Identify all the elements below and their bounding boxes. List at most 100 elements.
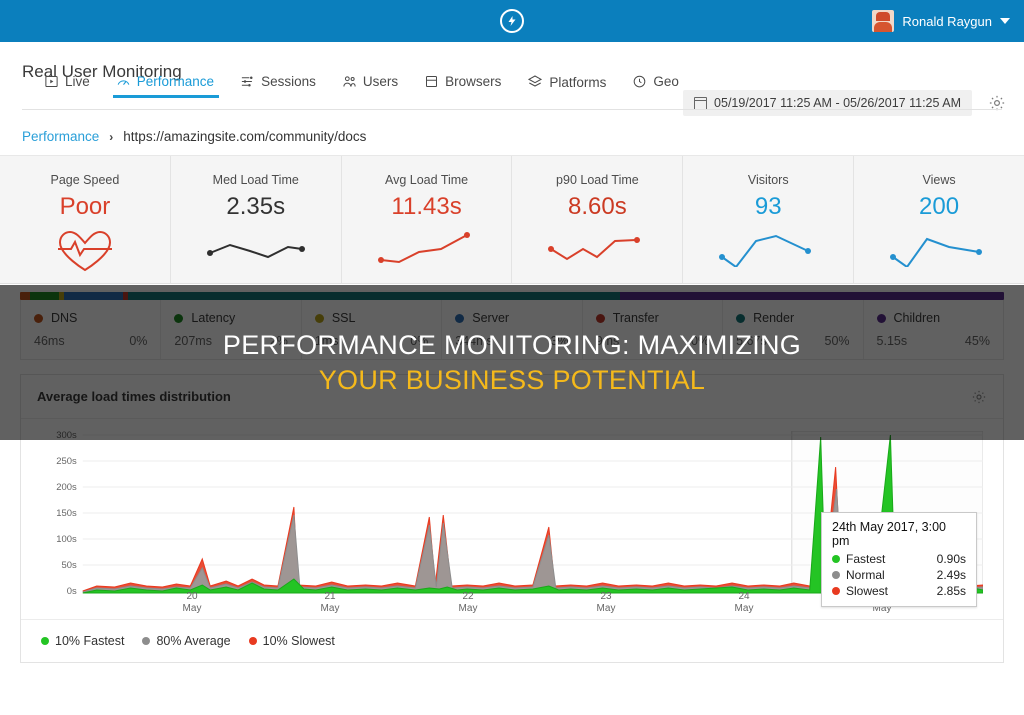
breakdown-value: 344ms xyxy=(455,334,493,348)
status-dot-icon xyxy=(832,587,840,595)
breakdown-value: 5.67s xyxy=(736,334,767,348)
legend-item-fastest[interactable]: 10% Fastest xyxy=(41,634,124,648)
svg-text:150s: 150s xyxy=(56,508,77,519)
tooltip-series-name: Fastest xyxy=(846,552,886,566)
status-dot-icon xyxy=(736,313,746,323)
x-tick-label: 22 May xyxy=(458,591,478,614)
chevron-right-icon: › xyxy=(109,129,114,144)
chart-plot-area[interactable]: 300s 250s 200s 150s 100s 50s 0s 20 May 2… xyxy=(21,419,1003,619)
lightning-bolt-icon[interactable] xyxy=(500,9,524,33)
breakdown-name: Render xyxy=(753,311,795,325)
nav-item-performance[interactable]: Performance xyxy=(103,74,227,98)
user-name: Ronald Raygun xyxy=(902,13,992,29)
metric-card-avg-load-time: Avg Load Time 11.43s xyxy=(342,156,513,283)
chart-panel: Average load times distribution 300s 250… xyxy=(20,374,1004,663)
nav-label: Performance xyxy=(136,74,215,89)
nav-item-browsers[interactable]: Browsers xyxy=(411,74,514,98)
legend-item-slowest[interactable]: 10% Slowest xyxy=(248,634,335,648)
status-dot-icon xyxy=(876,313,886,323)
metric-cards: Page Speed Poor Med Load Time 2.35s Avg … xyxy=(0,156,1024,284)
breakdown-value: 207ms xyxy=(174,334,212,348)
bar-seg-server xyxy=(64,292,124,300)
breakdown-item-ssl[interactable]: SSL 1ms 0% xyxy=(302,300,443,359)
user-menu[interactable]: Ronald Raygun xyxy=(872,0,1010,42)
status-dot-icon xyxy=(34,313,43,323)
status-dot-icon xyxy=(41,637,49,645)
breakdown-name: Transfer xyxy=(612,311,659,325)
nav-label: Platforms xyxy=(549,74,607,90)
metric-label: Avg Load Time xyxy=(384,173,469,187)
breakdown-pct: 3% xyxy=(550,334,569,348)
breakdown-item-render[interactable]: Render 5.67s 50% xyxy=(723,300,864,359)
metric-label: Visitors xyxy=(747,173,789,187)
bar-seg-dns xyxy=(20,292,30,300)
breakdown-pct: 0% xyxy=(129,334,148,348)
chart-title: Average load times distribution xyxy=(37,389,231,404)
sparkline-blue xyxy=(887,227,991,272)
metric-label: Views xyxy=(922,173,956,187)
breakdown-item-latency[interactable]: Latency 207ms 2% xyxy=(161,300,302,359)
breadcrumb: Performance › https://amazingsite.com/co… xyxy=(0,118,1024,156)
breakdown-name: Children xyxy=(893,311,941,325)
tooltip-series-name: Slowest xyxy=(846,584,889,598)
breakdown-value: 46ms xyxy=(34,334,65,348)
breakdown-name: DNS xyxy=(51,311,78,325)
tooltip-series-value: 2.85s xyxy=(936,584,966,598)
tooltip-row-normal: Normal 2.49s xyxy=(832,568,966,582)
breakdown-item-transfer[interactable]: Transfer 9ms 0% xyxy=(583,300,724,359)
breakdown-item-server[interactable]: Server 344ms 3% xyxy=(442,300,583,359)
x-tick-label: 21 May xyxy=(320,591,340,614)
chart-tooltip: 24th May 2017, 3:00 pm Fastest 0.90s Nor… xyxy=(821,512,977,607)
metric-label: p90 Load Time xyxy=(556,173,639,187)
nav-item-sessions[interactable]: Sessions xyxy=(227,74,329,98)
gear-icon[interactable] xyxy=(971,389,987,405)
tooltip-series-name: Normal xyxy=(846,568,885,582)
chart-panel-header: Average load times distribution xyxy=(21,375,1003,419)
rum-dashboard: Ronald Raygun Real User Monitoring 05/19… xyxy=(0,0,1024,715)
metric-card-page-speed: Page Speed Poor xyxy=(0,156,171,283)
sparkline-blue xyxy=(716,227,820,272)
nav-item-geo[interactable]: Geo xyxy=(619,74,692,98)
breakdown-section: DNS 46ms 0% Latency 207ms 2% SSL 1ms 0% … xyxy=(0,284,1024,360)
breakdown-items: DNS 46ms 0% Latency 207ms 2% SSL 1ms 0% … xyxy=(20,300,1004,360)
breadcrumb-current: https://amazingsite.com/community/docs xyxy=(123,129,367,144)
chevron-down-icon[interactable] xyxy=(1000,18,1010,24)
breakdown-item-children[interactable]: Children 5.15s 45% xyxy=(864,300,1003,359)
sparkline-red xyxy=(375,227,479,272)
status-dot-icon xyxy=(832,571,840,579)
sparkline-dark xyxy=(204,227,308,272)
page-header: Real User Monitoring 05/19/2017 11:25 AM… xyxy=(0,42,1024,118)
x-tick-label: 20 May xyxy=(182,591,202,614)
tooltip-series-value: 0.90s xyxy=(936,552,966,566)
breakdown-item-dns[interactable]: DNS 46ms 0% xyxy=(21,300,162,359)
status-dot-icon xyxy=(455,313,465,323)
breakdown-name: Server xyxy=(472,311,510,325)
breadcrumb-root[interactable]: Performance xyxy=(22,129,99,144)
breakdown-pct: 50% xyxy=(824,334,850,348)
metric-label: Med Load Time xyxy=(212,173,299,187)
legend-label: 80% Average xyxy=(156,634,231,648)
tooltip-title: 24th May 2017, 3:00 pm xyxy=(832,520,946,548)
bar-seg-latency xyxy=(29,292,60,300)
x-tick-label: 23 May xyxy=(596,591,616,614)
nav-item-live[interactable]: Live xyxy=(42,74,103,98)
metric-card-views: Views 200 xyxy=(854,156,1024,283)
avatar xyxy=(872,10,895,32)
metric-value: 200 xyxy=(919,193,960,220)
legend-item-average[interactable]: 80% Average xyxy=(142,634,231,648)
svg-text:50s: 50s xyxy=(62,560,77,571)
nav-item-users[interactable]: Users xyxy=(329,74,411,98)
chart-legend: 10% Fastest 80% Average 10% Slowest xyxy=(21,619,1003,662)
metric-card-visitors: Visitors 93 xyxy=(683,156,855,283)
breakdown-value: 9ms xyxy=(595,334,620,348)
metric-value: 93 xyxy=(754,193,782,220)
nav-item-platforms[interactable]: Platforms xyxy=(514,74,619,99)
main-nav: Live Performance Sessions Users Browsers… xyxy=(22,74,1002,110)
chart-y-ticks: 300s 250s 200s 150s 100s 50s 0s xyxy=(56,431,77,597)
status-dot-icon xyxy=(142,637,151,645)
metric-value: Poor xyxy=(59,193,111,220)
sparkline-red xyxy=(545,227,649,272)
status-dot-icon xyxy=(174,313,184,323)
status-dot-icon xyxy=(248,637,257,645)
breakdown-stacked-bar xyxy=(20,292,1004,300)
